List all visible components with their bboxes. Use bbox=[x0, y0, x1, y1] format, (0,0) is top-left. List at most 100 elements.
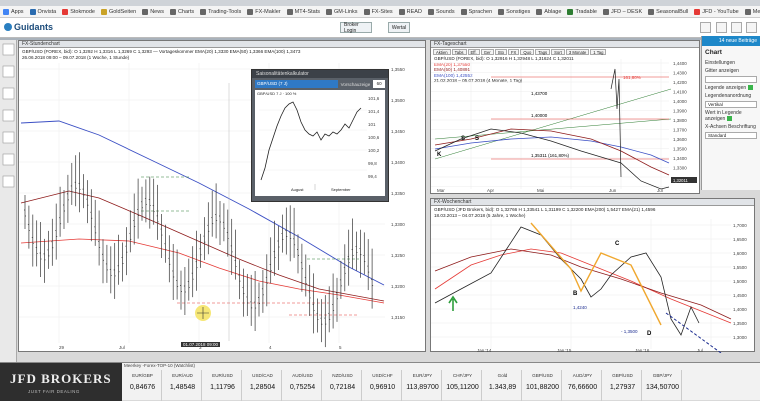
y-tick-label: 1,3700 bbox=[673, 128, 687, 133]
bookmark-item[interactable]: Sonstiges bbox=[498, 8, 530, 15]
quote-cell[interactable]: AUD/JPY 76,66600 bbox=[564, 370, 602, 401]
period-tab[interactable]: Aktien bbox=[433, 49, 451, 55]
user-icon[interactable] bbox=[731, 22, 742, 33]
bookmark-item[interactable]: JFD – DESK bbox=[602, 8, 642, 15]
bookmark-item[interactable]: GM-Links bbox=[326, 8, 358, 15]
home-icon[interactable] bbox=[2, 175, 15, 188]
bookmark-item[interactable]: Stokmode bbox=[62, 8, 95, 15]
quote-price: 76,66600 bbox=[567, 384, 598, 391]
quote-cell[interactable]: EUR/USD 1,11796 bbox=[204, 370, 242, 401]
symbol-select[interactable]: GBP/USD (7 J) bbox=[255, 80, 338, 88]
chart-settings-panel: 14 neue Beiträge Chart Einstellungen Git… bbox=[701, 36, 760, 190]
period-tab[interactable]: Tabs bbox=[451, 49, 467, 55]
period-tab[interactable]: Eff. bbox=[467, 49, 480, 55]
quote-price: 0,75254 bbox=[289, 384, 316, 391]
bell-icon[interactable] bbox=[716, 22, 727, 33]
jfd-brokers-logo[interactable]: JFD BROKERS JUST FAIR DEALING bbox=[0, 363, 122, 401]
bookmark-item[interactable]: MT4-Stats bbox=[286, 8, 320, 15]
guidants-logo[interactable]: Guidants bbox=[4, 22, 53, 32]
quote-symbol: EUR/USD bbox=[212, 373, 233, 378]
quote-cell[interactable]: NZD/USD 0,72184 bbox=[324, 370, 362, 401]
quote-cell[interactable]: GBP/USD 1,27937 bbox=[604, 370, 642, 401]
period-tab[interactable]: 3 Monate bbox=[565, 49, 590, 55]
bookmark-item[interactable]: GoldSeiten bbox=[100, 8, 136, 15]
quote-cell[interactable]: USD/CAD 1,28504 bbox=[244, 370, 282, 401]
bookmark-icon bbox=[286, 8, 293, 15]
quote-cell[interactable]: Gold 1.343,89 bbox=[484, 370, 522, 401]
quote-symbol: GBP/USD bbox=[532, 373, 553, 378]
period-tab[interactable]: Sto bbox=[494, 49, 507, 55]
weekly-chart[interactable]: B 1,4240 C D - 1,3500 1,7000 1,6500 1,6000… bbox=[431, 219, 754, 353]
avatar-icon[interactable] bbox=[2, 43, 15, 56]
quote-cell[interactable]: AUD/USD 0,75254 bbox=[284, 370, 322, 401]
bookmark-icon bbox=[247, 8, 254, 15]
cursor-tool-icon[interactable] bbox=[2, 87, 15, 100]
bookmark-icon bbox=[460, 8, 467, 15]
bookmark-item[interactable]: Sprachen bbox=[460, 8, 492, 15]
bookmark-item[interactable]: Sounds bbox=[427, 8, 455, 15]
new-posts-badge[interactable]: 14 neue Beiträge bbox=[702, 36, 760, 46]
bookmark-item[interactable]: FX-Makler bbox=[247, 8, 281, 15]
period-tab[interactable]: 1 Tag bbox=[590, 49, 607, 55]
bookmark-item[interactable]: Apps bbox=[3, 8, 24, 15]
search-icon[interactable] bbox=[700, 22, 711, 33]
news-button[interactable]: Wertal bbox=[388, 22, 410, 33]
seasonality-popup[interactable]: Saisonalitätenkalkulator GBP/USD (7 J) V… bbox=[251, 69, 389, 202]
broker-login-button[interactable]: Broker Login bbox=[340, 22, 372, 34]
bookmark-item[interactable]: Medien - mysebs.in bbox=[744, 8, 760, 15]
bookmark-item[interactable]: SeasonalBull bbox=[648, 8, 688, 15]
grid-option[interactable] bbox=[705, 76, 757, 83]
ema50-line bbox=[20, 190, 385, 302]
quote-cell[interactable]: GBP/USD 101,88200 bbox=[524, 370, 562, 401]
preview-input[interactable]: 60 bbox=[373, 80, 385, 88]
pattern-letter: K bbox=[437, 152, 442, 158]
quote-cell[interactable]: CHF/JPY 105,11200 bbox=[444, 370, 482, 401]
bookmark-item[interactable]: READ bbox=[398, 8, 422, 15]
text-tool-icon[interactable] bbox=[2, 131, 15, 144]
bookmark-icon bbox=[3, 8, 9, 15]
bookmark-item[interactable]: Tradable bbox=[567, 8, 597, 15]
xaxis-select[interactable]: Standard bbox=[705, 132, 757, 139]
pattern-letter: D bbox=[647, 331, 652, 337]
x-tick-label: 5 bbox=[339, 345, 342, 350]
menu-icon[interactable] bbox=[746, 22, 757, 33]
settings-row[interactable]: Legende anzeigen bbox=[702, 84, 760, 92]
bookmark-item[interactable]: Onvista bbox=[29, 8, 56, 15]
checkbox-checked-icon[interactable] bbox=[727, 116, 733, 121]
bookmark-icon bbox=[427, 8, 434, 15]
fib-label: 161,80% bbox=[623, 75, 641, 80]
period-tab[interactable]: Ger bbox=[480, 49, 494, 55]
period-tab[interactable]: Quo bbox=[520, 49, 535, 55]
eye-icon[interactable] bbox=[2, 153, 15, 166]
y-tick-label: 1,3150 bbox=[391, 315, 405, 320]
y-tick-label: 1,6500 bbox=[733, 237, 747, 242]
settings-row[interactable]: Gitter anzeigen bbox=[702, 67, 760, 75]
bookmark-item[interactable]: FX-Sites bbox=[363, 8, 393, 15]
bookmark-item[interactable]: News bbox=[142, 8, 164, 15]
daily-chart-panel: FX-Tageschart Aktien Tabs Eff. Ger Sto FX Quo T… bbox=[430, 40, 700, 194]
line-tool-icon[interactable] bbox=[2, 109, 15, 122]
y-tick-label: 1,3000 bbox=[733, 335, 747, 340]
quote-cell[interactable]: EUR/JPY 113,89700 bbox=[404, 370, 442, 401]
legend-position-select[interactable]: Vertikal bbox=[705, 101, 757, 108]
period-tab[interactable]: Tags bbox=[535, 49, 551, 55]
chart-tool-icon[interactable] bbox=[2, 65, 15, 78]
checkbox-checked-icon[interactable] bbox=[748, 85, 754, 90]
quote-cell[interactable]: GBP/JPY 134,50700 bbox=[644, 370, 682, 401]
quote-cell[interactable]: USD/CHF 0,96910 bbox=[364, 370, 402, 401]
bookmark-item[interactable]: Ablage bbox=[536, 8, 561, 15]
quote-cell[interactable]: EUR/AUD 1,48548 bbox=[164, 370, 202, 401]
period-tab[interactable]: FX bbox=[508, 49, 520, 55]
bookmark-icon bbox=[602, 8, 609, 15]
quote-cell[interactable]: EUR/GBP 0,84676 bbox=[124, 370, 162, 401]
period-tab[interactable]: Sort bbox=[551, 49, 565, 55]
y-tick-label: 1,5500 bbox=[733, 265, 747, 270]
bookmark-item[interactable]: Trading-Tools bbox=[200, 8, 241, 15]
settings-row[interactable]: Wert in Legende anzeigen bbox=[702, 109, 760, 123]
bookmark-icon bbox=[694, 8, 701, 15]
daily-chart[interactable]: K S S 161,80% 1,43700 1,40000 1,35311 (1… bbox=[431, 59, 699, 195]
bookmark-item[interactable]: JFD - YouTube bbox=[694, 8, 739, 15]
x-tick-label: Jun bbox=[609, 188, 617, 193]
y-tick-label: 1,4100 bbox=[673, 90, 687, 95]
bookmark-item[interactable]: Charts bbox=[169, 8, 194, 15]
